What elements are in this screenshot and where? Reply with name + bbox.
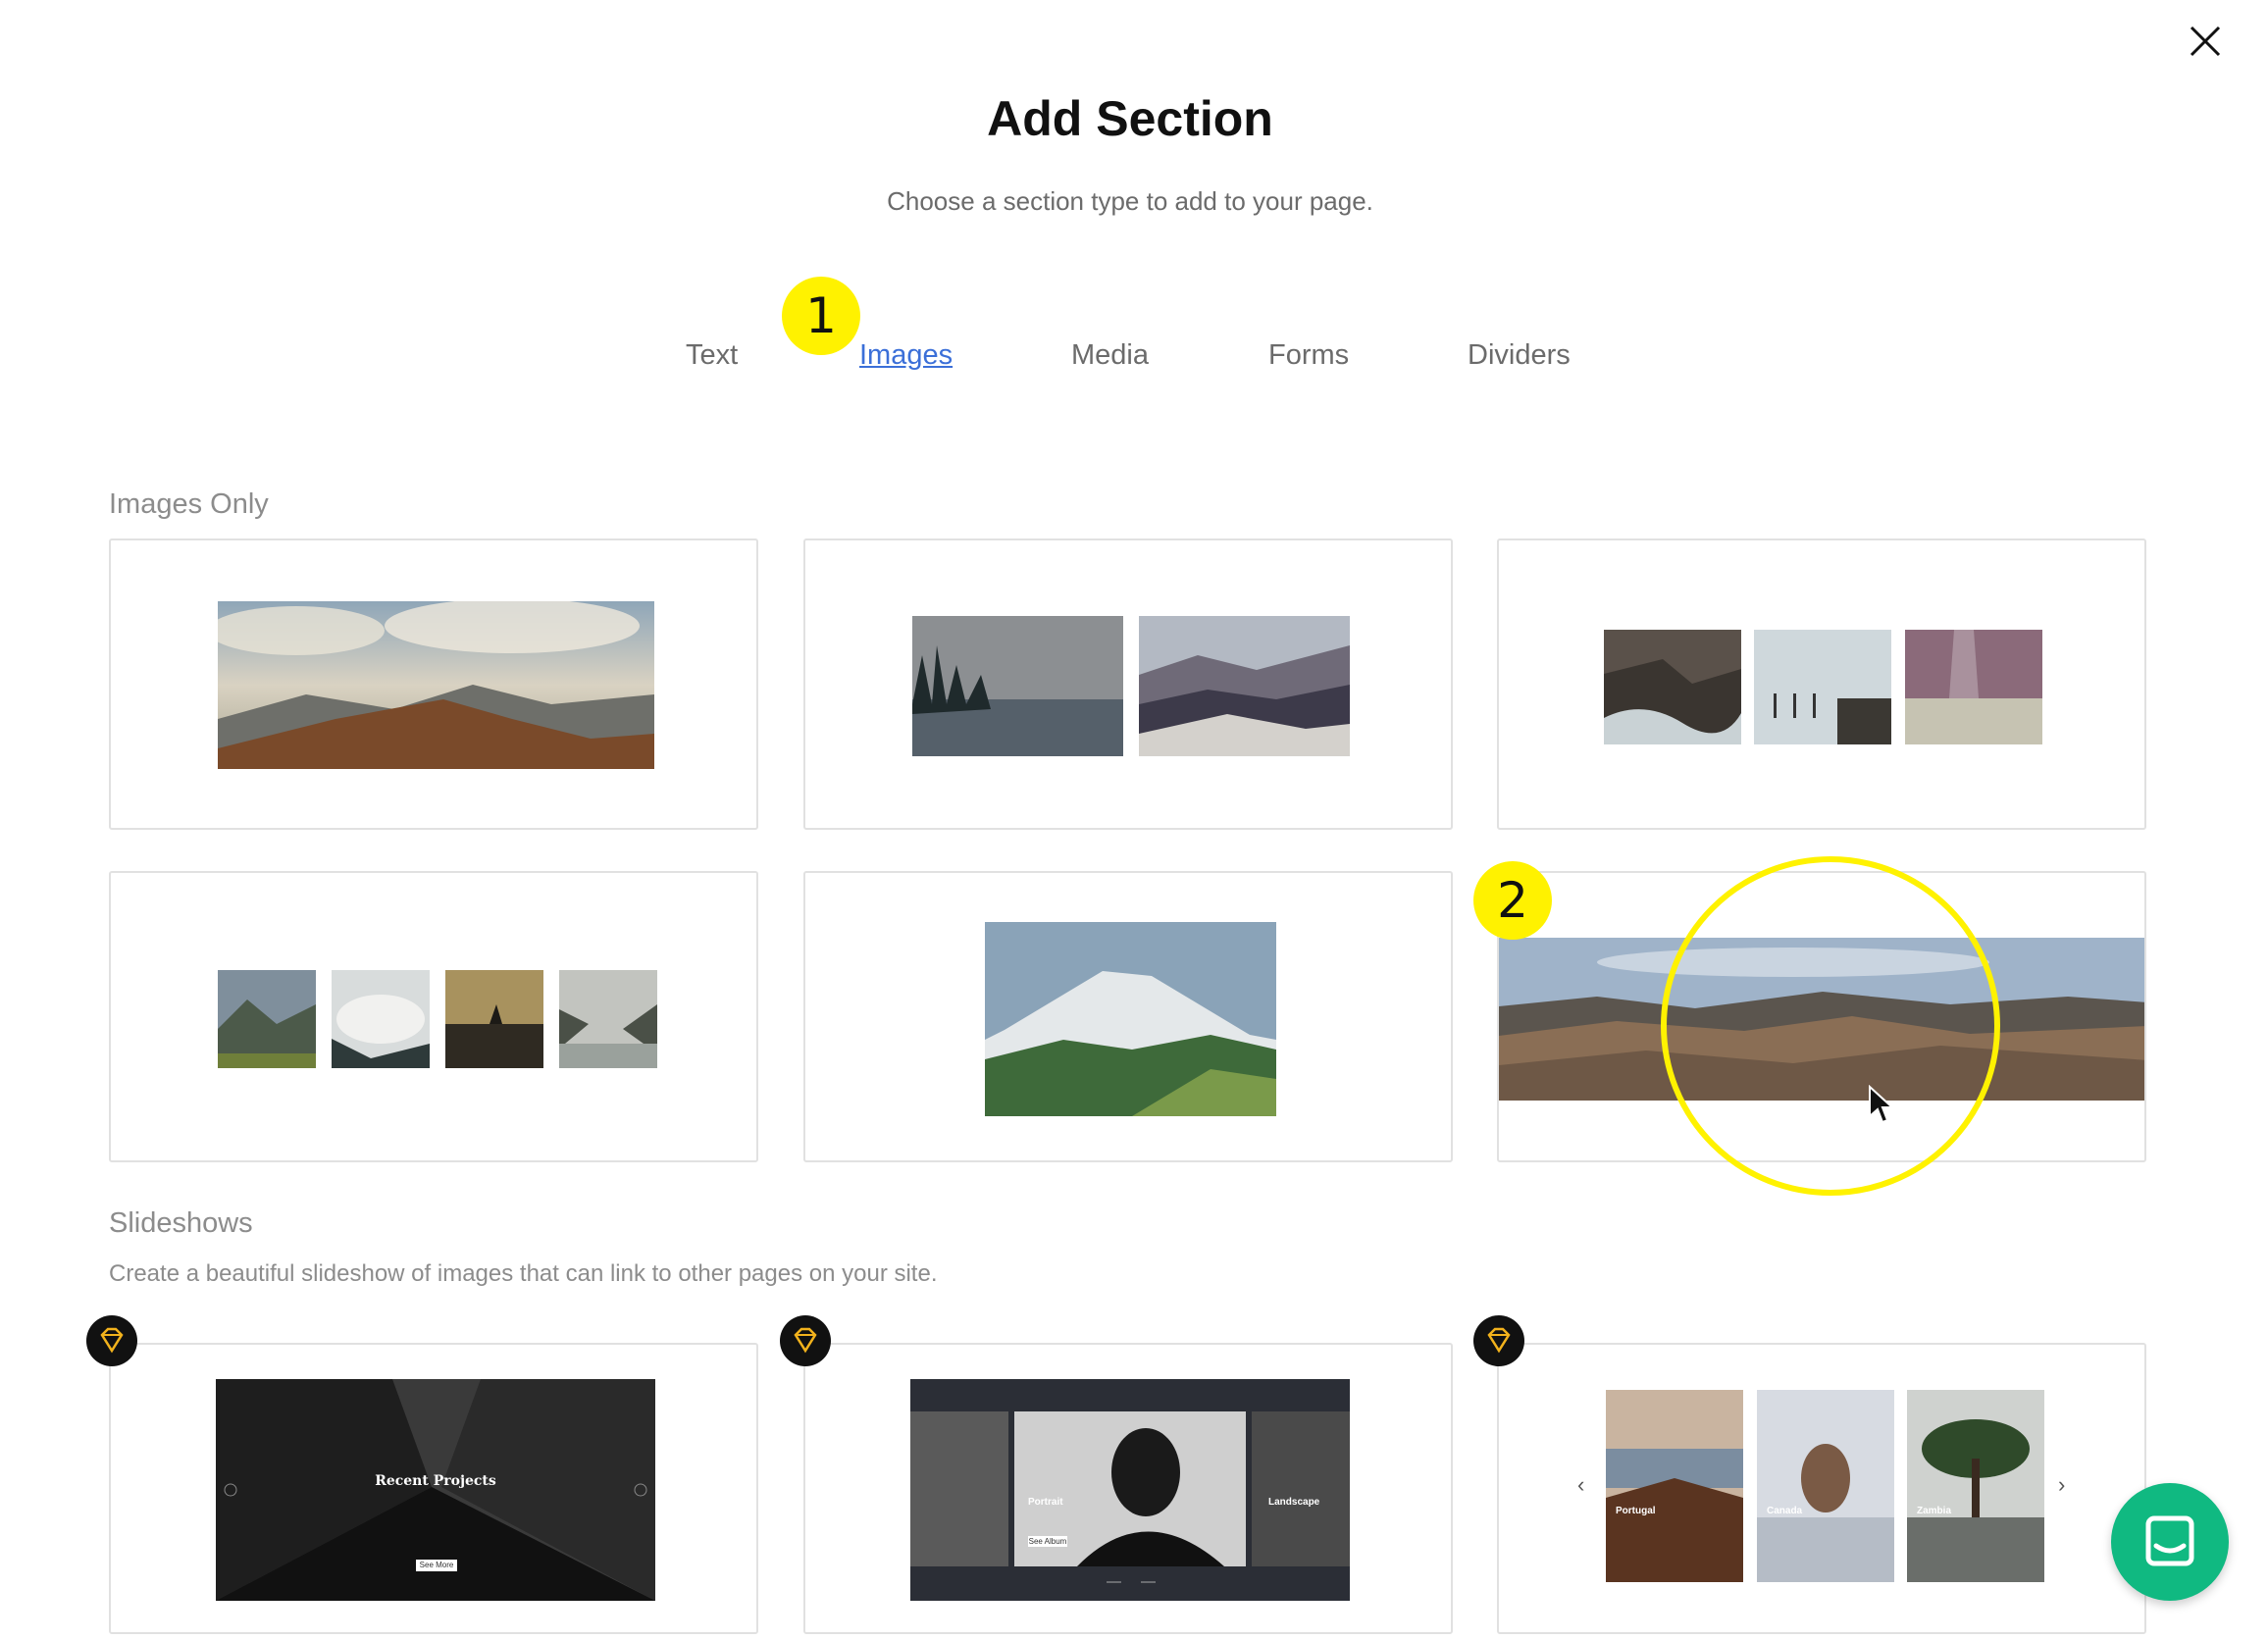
layout-card-single-image[interactable] [803,871,1453,1162]
slideshows-description: Create a beautiful slideshow of images t… [109,1260,938,1287]
premium-badge [1473,1315,1524,1366]
image-thumbnail: Portugal [1606,1390,1743,1582]
layout-card-panorama[interactable] [1497,871,2146,1162]
step-marker-2: 2 [1473,861,1552,940]
tab-images[interactable]: Images [859,339,953,372]
image-thumbnail [218,970,316,1068]
slide-caption: Landscape [1268,1497,1320,1508]
modal-title: Add Section [987,91,1273,146]
image-thumbnail [1905,630,2042,744]
layout-card-three-images[interactable] [1497,538,2146,830]
chevron-left-icon: ‹ [1577,1472,1585,1497]
premium-badge [86,1315,137,1366]
chevron-right-icon: › [2058,1472,2066,1497]
slideshow-card-album-carousel[interactable]: Portrait Landscape See Album [803,1343,1453,1634]
diamond-icon [1487,1327,1511,1354]
image-thumbnail: Canada [1757,1390,1894,1582]
diamond-icon [794,1327,817,1354]
slideshow-card-recent-projects[interactable]: Recent Projects See More [109,1343,758,1634]
step-marker-1: 1 [782,277,860,355]
close-icon [2190,26,2221,57]
premium-badge [780,1315,831,1366]
slide-button: See Album [1028,1536,1067,1547]
tab-dividers[interactable]: Dividers [1468,339,1571,372]
image-thumbnail [1754,630,1891,744]
layout-card-wide-banner[interactable] [109,538,758,830]
slide-caption: Portrait [1028,1497,1063,1508]
image-thumbnail [1139,616,1350,756]
slide-caption: Portugal [1616,1506,1656,1516]
layout-card-four-images[interactable] [109,871,758,1162]
slide-button: See More [416,1560,457,1571]
image-thumbnail [912,616,1123,756]
tab-text[interactable]: Text [686,339,738,372]
image-thumbnail [1604,630,1741,744]
slideshow-card-three-panels[interactable]: ‹ Portugal Canada Zambia › [1497,1343,2146,1634]
image-thumbnail: Portrait Landscape See Album [910,1379,1350,1601]
slide-caption: Canada [1767,1506,1803,1516]
tab-forms[interactable]: Forms [1268,339,1349,372]
chat-icon [2145,1515,2194,1566]
chat-button[interactable] [2111,1483,2229,1601]
images-only-heading: Images Only [109,488,269,520]
image-thumbnail [218,601,654,769]
image-thumbnail [1499,938,2144,1101]
tab-media[interactable]: Media [1071,339,1149,372]
diamond-icon [100,1327,124,1354]
image-thumbnail: Zambia [1907,1390,2044,1582]
slide-title: Recent Projects [375,1473,496,1489]
close-button[interactable] [2182,18,2229,65]
image-thumbnail [332,970,430,1068]
slideshows-heading: Slideshows [109,1207,253,1239]
image-thumbnail [445,970,543,1068]
layout-card-two-images[interactable] [803,538,1453,830]
image-thumbnail [559,970,657,1068]
slide-caption: Zambia [1917,1506,1952,1516]
modal-subtitle: Choose a section type to add to your pag… [887,186,1373,216]
image-thumbnail: Recent Projects See More [216,1379,655,1601]
image-thumbnail [985,922,1276,1116]
